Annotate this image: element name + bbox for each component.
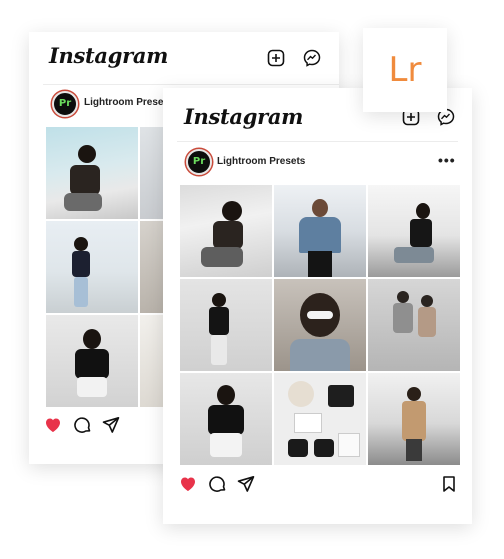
heart-icon[interactable] xyxy=(179,475,197,493)
account-name[interactable]: Lightroom Presets xyxy=(217,156,305,167)
photo-grid xyxy=(180,185,460,465)
photo-tile[interactable] xyxy=(180,373,272,465)
instagram-logo: Instagram xyxy=(184,104,304,129)
photo-tile[interactable] xyxy=(180,185,272,277)
instagram-card-front: Instagram Pr Lightroom Presets ••• xyxy=(163,88,472,524)
photo-tile[interactable] xyxy=(46,127,138,219)
avatar[interactable]: Pr xyxy=(186,149,212,175)
add-post-icon[interactable] xyxy=(267,49,285,67)
account-name[interactable]: Lightroom Presets xyxy=(84,97,172,108)
bookmark-icon[interactable] xyxy=(440,475,458,493)
more-options-button[interactable]: ••• xyxy=(438,152,456,168)
photo-tile[interactable] xyxy=(368,279,460,371)
photo-tile[interactable] xyxy=(368,185,460,277)
messenger-icon[interactable] xyxy=(303,49,321,67)
photo-tile[interactable] xyxy=(46,315,138,407)
comment-icon[interactable] xyxy=(74,416,92,434)
avatar[interactable]: Pr xyxy=(52,91,78,117)
comment-icon[interactable] xyxy=(209,475,227,493)
instagram-logo: Instagram xyxy=(49,43,169,68)
photo-tile[interactable] xyxy=(368,373,460,465)
share-icon[interactable] xyxy=(102,416,120,434)
share-icon[interactable] xyxy=(237,475,255,493)
photo-tile[interactable] xyxy=(274,279,366,371)
header-divider xyxy=(43,84,339,85)
photo-tile[interactable] xyxy=(180,279,272,371)
photo-tile[interactable] xyxy=(274,373,366,465)
photo-tile[interactable] xyxy=(274,185,366,277)
header-divider xyxy=(177,141,458,142)
lightroom-badge: Lr xyxy=(363,28,447,112)
lightroom-logo-text: Lr xyxy=(388,50,422,90)
heart-icon[interactable] xyxy=(44,416,62,434)
photo-tile[interactable] xyxy=(46,221,138,313)
